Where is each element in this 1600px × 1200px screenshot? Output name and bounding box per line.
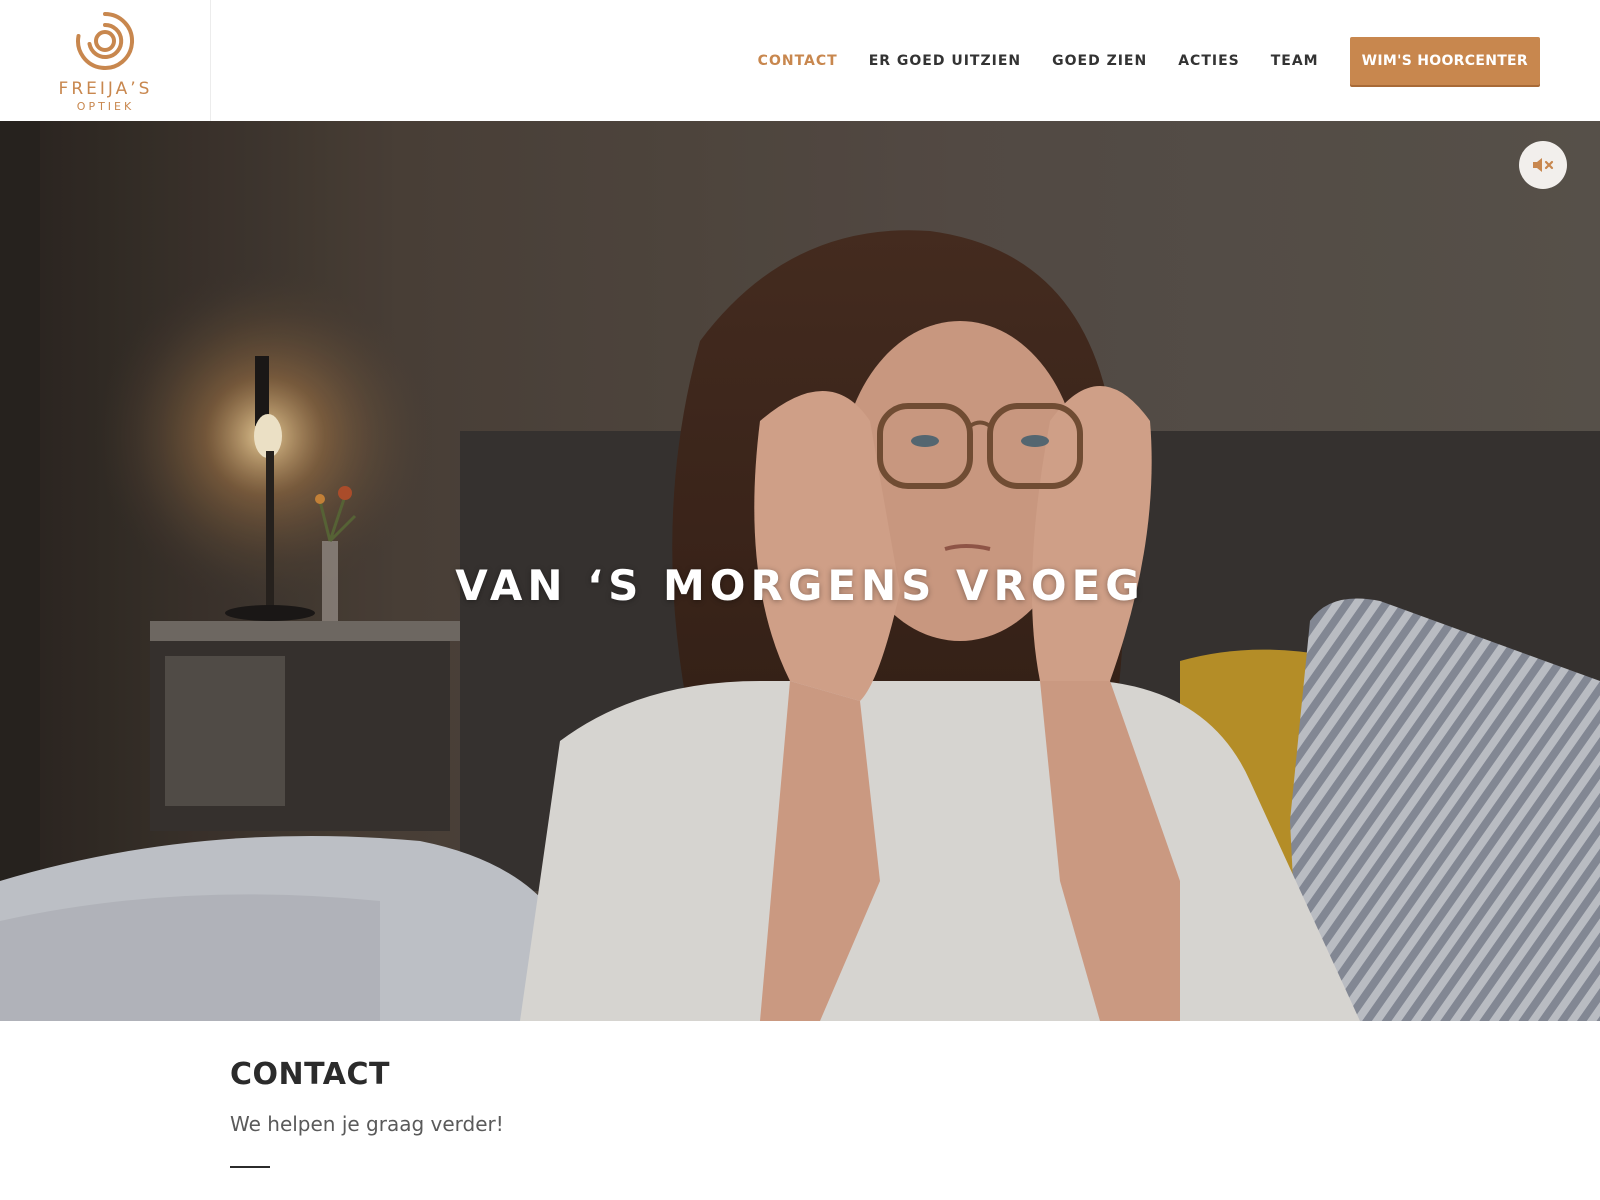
nav-item-contact[interactable]: CONTACT: [758, 53, 838, 69]
contact-title: CONTACT: [230, 1057, 390, 1092]
speaker-muted-icon: [1533, 158, 1554, 172]
brand-subtitle: OPTIEK: [76, 100, 135, 113]
site-header: FREIJA’S OPTIEK CONTACT ER GOED UITZIEN …: [0, 0, 1600, 121]
mute-button[interactable]: [1519, 141, 1567, 189]
nav-item-acties[interactable]: ACTIES: [1178, 53, 1240, 69]
nav-item-team[interactable]: TEAM: [1271, 53, 1319, 69]
concentric-circles-logo-icon: [76, 12, 135, 70]
logo[interactable]: FREIJA’S OPTIEK: [0, 0, 211, 121]
hero-video: VAN ‘S MORGENS VROEG: [0, 121, 1600, 1021]
main-nav: CONTACT ER GOED UITZIEN GOED ZIEN ACTIES…: [727, 0, 1600, 121]
divider: [230, 1166, 270, 1168]
hero-headline: VAN ‘S MORGENS VROEG: [455, 561, 1145, 610]
hoorcenter-button[interactable]: WIM'S HOORCENTER: [1349, 36, 1540, 85]
contact-section: CONTACT We helpen je graag verder!: [230, 1021, 1370, 1168]
brand-name: FREIJA’S: [58, 79, 153, 99]
nav-item-er-goed-uitzien[interactable]: ER GOED UITZIEN: [869, 53, 1021, 69]
nav-item-goed-zien[interactable]: GOED ZIEN: [1052, 53, 1147, 69]
contact-subtitle: We helpen je graag verder!: [230, 1112, 504, 1136]
